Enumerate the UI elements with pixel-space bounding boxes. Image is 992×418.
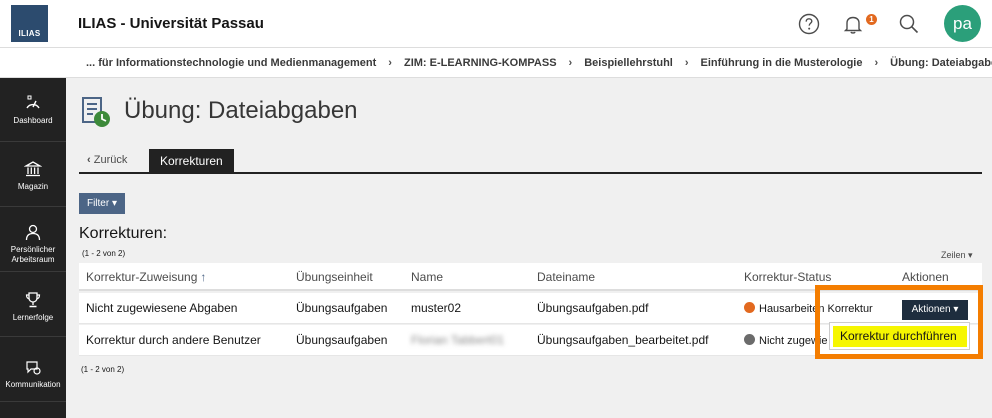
cell-assignment: Korrektur durch andere Benutzer [86,333,261,347]
sidebar-item-label: Kommunikation [5,380,61,389]
sidebar-item-label: Dashboard [13,116,53,125]
help-icon[interactable] [798,13,820,35]
breadcrumb-item[interactable]: ZIM: E-LEARNING-KOMPASS [404,57,557,69]
column-header-name[interactable]: Name [411,263,443,291]
breadcrumb-item[interactable]: Beispiellehrstuhl [584,57,673,69]
status-dot-icon [744,302,755,314]
sidebar-item-communication[interactable]: Kommunikation [0,338,66,402]
sidebar-item-label: Persönlicher Arbeitsraum [10,245,56,264]
chevron-right-icon: › [684,56,689,69]
cell-filename[interactable]: Übungsaufgaben.pdf [537,293,648,323]
main-bar: Dashboard Magazin Persönlicher Arbeitsrau… [0,78,66,418]
tab-bar: ‹ Zurück Korrekturen [79,149,982,174]
filter-label: Filter [86,198,110,209]
rows-per-page-button[interactable]: Zeilen ▾ [941,250,973,261]
sidebar-item-learning-success[interactable]: Lernerfolge [0,273,66,337]
result-count-bottom: (1 - 2 von 2) [81,365,125,374]
top-bar: ILIAS ILIAS - Universität Passau 1 pa [0,0,992,48]
sort-ascending-icon: ↑ [200,270,207,284]
ilias-logo[interactable]: ILIAS [11,5,48,42]
dashboard-icon [26,95,40,109]
library-icon [24,161,42,177]
column-header-assignment[interactable]: Korrektur-Zuweisung ↑ [86,263,206,291]
sidebar-item-label: Lernerfolge [12,313,54,322]
exercise-icon [82,97,110,127]
back-tab[interactable]: ‹ Zurück [87,154,127,166]
caret-down-icon: ▾ [111,198,118,209]
chevron-right-icon: › [568,56,573,69]
cell-assignment: Nicht zugewiesene Abgaben [86,301,238,315]
cell-name: muster02 [411,301,462,315]
filter-button[interactable]: Filter ▾ [79,193,125,214]
highlight-frame [815,285,983,359]
sidebar-item-dashboard[interactable]: Dashboard [0,78,66,142]
chevron-left-icon: ‹ [87,154,91,166]
breadcrumb-item[interactable]: ... für Informationstechnologie und Medi… [86,57,376,69]
tab-korrekturen[interactable]: Korrekturen [149,149,234,173]
notification-bell-icon[interactable] [842,13,864,35]
section-title: Korrekturen: [79,225,168,242]
sidebar-item-magazin[interactable]: Magazin [0,143,66,207]
column-header-filename[interactable]: Dateiname [537,263,595,291]
search-icon[interactable] [898,13,920,35]
chevron-right-icon: › [388,56,392,69]
app-title[interactable]: ILIAS - Universität Passau [78,15,264,32]
column-header-unit[interactable]: Übungseinheit [296,263,373,291]
status-dot-icon [744,334,755,346]
user-avatar[interactable]: pa [944,5,981,42]
rows-label: Zeilen [941,250,966,260]
cell-unit: Übungsaufgaben [296,301,388,315]
breadcrumb-item[interactable]: Einführung in die Musterologie [701,57,863,69]
breadcrumb: ... für Informationstechnologie und Medi… [0,48,992,78]
sidebar-item-label: Magazin [17,182,49,191]
notification-badge: 1 [866,14,877,25]
chevron-right-icon: › [874,56,879,69]
person-icon [25,224,41,241]
sidebar-item-personal-workspace[interactable]: Persönlicher Arbeitsraum [0,208,66,272]
caret-down-icon: ▾ [968,250,973,260]
cell-unit: Übungsaufgaben [296,333,388,347]
cell-name-redacted: Florian Tabbert01 [411,333,505,347]
chat-icon [26,361,41,375]
trophy-icon [25,292,41,308]
page-title: Übung: Dateiabgaben [124,97,358,124]
result-count: (1 - 2 von 2) [82,249,126,258]
cell-filename[interactable]: Übungsaufgaben_bearbeitet.pdf [537,325,708,355]
breadcrumb-item-current[interactable]: Übung: Dateiabgaben [890,57,992,69]
back-tab-label: Zurück [93,154,128,166]
